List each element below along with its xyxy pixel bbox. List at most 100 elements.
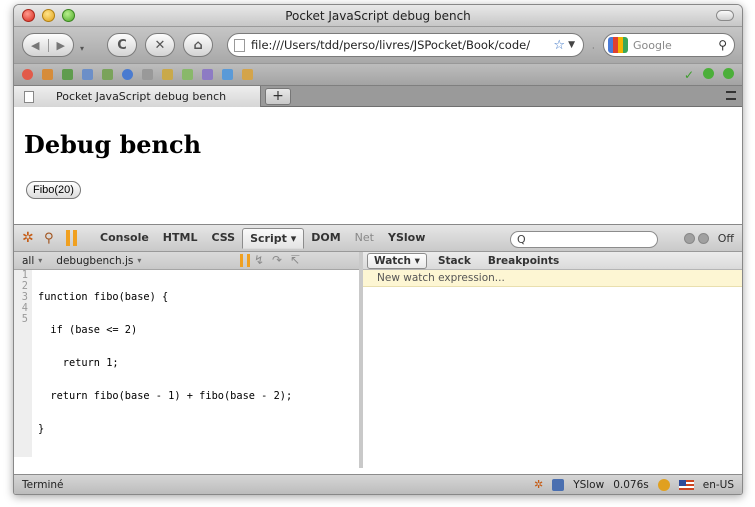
url-bar[interactable]: file:///Users/tdd/perso/livres/JSPocket/… xyxy=(227,33,584,57)
step-out-icon[interactable]: ↸ xyxy=(290,254,304,267)
status-text: Terminé xyxy=(22,478,64,491)
tab-active[interactable]: Pocket JavaScript debug bench xyxy=(14,86,261,107)
search-icon[interactable]: ⚲ xyxy=(718,38,727,52)
tab-breakpoints[interactable]: Breakpoints xyxy=(482,254,565,268)
view-source-icon[interactable] xyxy=(222,69,233,80)
new-tab-button[interactable]: + xyxy=(265,88,291,105)
forward-button[interactable]: ▶ xyxy=(47,38,74,52)
resize-icon[interactable] xyxy=(182,69,193,80)
watch-panel: Watch ▾ Stack Breakpoints New watch expr… xyxy=(363,252,742,468)
info-icon[interactable] xyxy=(122,69,133,80)
back-forward-group: ◀ ▶ xyxy=(22,33,74,57)
extensions-toolbar: ✓ xyxy=(14,63,742,85)
locale-label[interactable]: en-US xyxy=(703,479,734,491)
step-over-icon[interactable]: ↷ xyxy=(272,254,286,267)
history-dropdown-icon[interactable]: ▾ xyxy=(80,44,84,53)
window-title: Pocket JavaScript debug bench xyxy=(285,9,471,23)
tab-list-icon[interactable] xyxy=(726,91,736,100)
fibo-button[interactable]: Fibo(20) xyxy=(26,181,81,199)
code-lines: function fibo(base) { if (base <= 2) ret… xyxy=(32,270,292,457)
new-watch-expression-input[interactable]: New watch expression... xyxy=(363,270,742,287)
browser-window: Pocket JavaScript debug bench ◀ ▶ ▾ C ✕ … xyxy=(13,4,743,495)
tab-bar: Pocket JavaScript debug bench + xyxy=(14,85,742,107)
page-content: Debug bench Fibo(20) xyxy=(14,107,742,224)
forms-icon[interactable] xyxy=(82,69,93,80)
user-icon[interactable] xyxy=(42,69,53,80)
google-engine-icon[interactable] xyxy=(608,37,628,53)
url-history-dropdown-icon[interactable]: ▼ xyxy=(568,40,575,50)
firebug-search-field[interactable]: Q xyxy=(510,231,658,248)
misc-icon[interactable] xyxy=(142,69,153,80)
stop-button[interactable]: ✕ xyxy=(145,33,175,57)
tab-stack[interactable]: Stack xyxy=(432,254,477,268)
divider: · xyxy=(592,44,595,53)
script-filter-select[interactable]: all xyxy=(22,255,34,267)
outline-icon[interactable] xyxy=(162,69,173,80)
page-heading: Debug bench xyxy=(24,130,202,159)
script-panel: all ▾ debugbench.js ▾ ↯ ↷ ↸ 1 2 3 4 5 fu… xyxy=(14,252,363,468)
tab-watch[interactable]: Watch ▾ xyxy=(367,252,427,269)
debug-step-controls: ↯ ↷ ↸ xyxy=(240,254,304,267)
code-line: return fibo(base - 1) + fibo(base - 2); xyxy=(38,390,293,402)
tab-script[interactable]: Script ▾ xyxy=(242,227,305,249)
line-number-gutter[interactable]: 1 2 3 4 5 xyxy=(14,270,32,457)
bookmark-star-icon[interactable]: ☆ xyxy=(553,38,565,53)
yslow-label[interactable]: YSlow xyxy=(573,479,604,491)
tab-css[interactable]: CSS xyxy=(204,228,242,249)
page-icon xyxy=(234,38,245,52)
greasemonkey-icon[interactable] xyxy=(657,478,670,491)
firebug-icon[interactable]: ✲ xyxy=(22,231,38,245)
css-ok-icon[interactable] xyxy=(703,67,714,79)
css-icon[interactable] xyxy=(62,69,73,80)
tab-yslow[interactable]: YSlow xyxy=(381,228,432,249)
yslow-icon[interactable] xyxy=(552,478,565,491)
tab-html[interactable]: HTML xyxy=(156,228,205,249)
reload-button[interactable]: C xyxy=(107,33,137,57)
chevron-down-icon: ▾ xyxy=(137,256,142,265)
code-line: if (base <= 2) xyxy=(38,324,138,336)
script-toolbar: all ▾ debugbench.js ▾ ↯ ↷ ↸ xyxy=(14,252,359,270)
url-text[interactable]: file:///Users/tdd/perso/livres/JSPocket/… xyxy=(251,38,549,52)
script-file-select[interactable]: debugbench.js xyxy=(56,255,133,267)
minimize-button[interactable] xyxy=(698,233,709,244)
firebug-status-icon[interactable]: ✲ xyxy=(534,478,543,491)
tab-page-icon xyxy=(24,90,34,103)
watch-toolbar: Watch ▾ Stack Breakpoints xyxy=(363,252,742,270)
validation-check-icon[interactable]: ✓ xyxy=(684,68,694,82)
firebug-off-button[interactable]: Off xyxy=(718,232,734,245)
block-icon[interactable] xyxy=(22,69,33,80)
validation-status: ✓ xyxy=(684,67,742,82)
home-button[interactable]: ⌂ xyxy=(183,33,213,57)
js-ok-icon[interactable] xyxy=(723,67,734,79)
navigation-toolbar: ◀ ▶ ▾ C ✕ ⌂ file:///Users/tdd/perso/livr… xyxy=(14,27,742,63)
tools-icon[interactable] xyxy=(202,69,213,80)
toolbar-toggle-button[interactable] xyxy=(716,10,734,21)
source-view: 1 2 3 4 5 function fibo(base) { if (base… xyxy=(14,270,359,457)
detach-button[interactable] xyxy=(684,233,695,244)
code-line: return 1; xyxy=(38,357,119,369)
firebug-panels: all ▾ debugbench.js ▾ ↯ ↷ ↸ 1 2 3 4 5 fu… xyxy=(14,252,742,468)
break-icon[interactable] xyxy=(240,254,250,267)
tab-net[interactable]: Net xyxy=(348,228,381,249)
status-extensions: ✲ YSlow 0.076s en-US xyxy=(534,478,734,491)
firebug-toolbar: ✲ ⚲ Console HTML CSS Script ▾ DOM Net YS… xyxy=(14,224,742,252)
load-time[interactable]: 0.076s xyxy=(613,479,649,491)
search-box[interactable]: Google ⚲ xyxy=(603,33,735,57)
tab-console[interactable]: Console xyxy=(93,228,156,249)
tab-label: Pocket JavaScript debug bench xyxy=(56,90,227,103)
images-icon[interactable] xyxy=(102,69,113,80)
search-input[interactable]: Google xyxy=(633,39,718,52)
inspect-icon[interactable]: ⚲ xyxy=(44,231,58,246)
step-into-icon[interactable]: ↯ xyxy=(254,254,268,267)
pause-icon[interactable] xyxy=(66,230,77,246)
line-number[interactable]: 5 xyxy=(14,314,28,325)
firebug-tabs: Console HTML CSS Script ▾ DOM Net YSlow xyxy=(93,227,432,249)
flag-icon[interactable] xyxy=(678,479,694,490)
options-icon[interactable] xyxy=(242,69,253,80)
tab-dom[interactable]: DOM xyxy=(304,228,347,249)
back-button[interactable]: ◀ xyxy=(23,39,48,52)
code-line: } xyxy=(38,423,45,435)
firebug-window-controls xyxy=(684,233,709,244)
code-line: function fibo(base) { xyxy=(38,291,169,303)
chevron-down-icon: ▾ xyxy=(38,256,43,265)
